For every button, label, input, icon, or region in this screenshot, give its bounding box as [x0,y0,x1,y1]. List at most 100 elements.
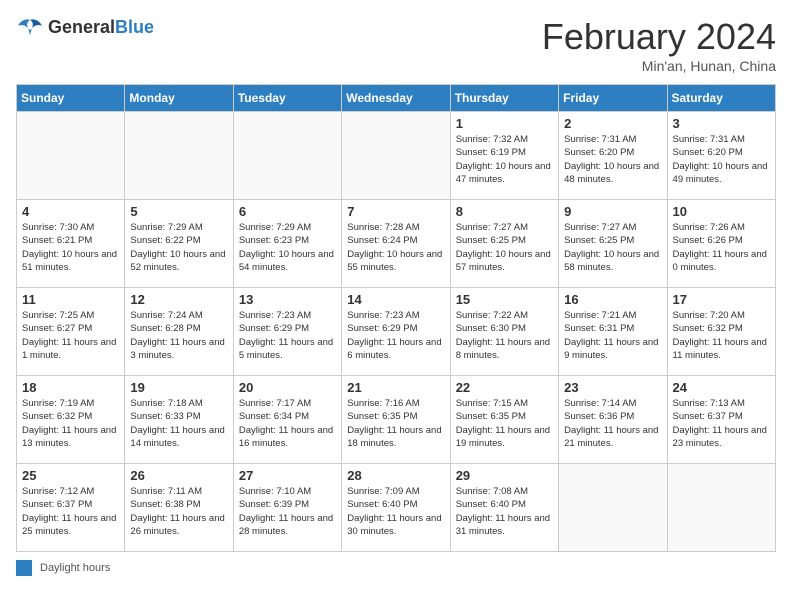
day-info: Sunrise: 7:29 AM Sunset: 6:22 PM Dayligh… [130,221,227,274]
logo: GeneralBlue [16,16,154,38]
day-info: Sunrise: 7:09 AM Sunset: 6:40 PM Dayligh… [347,485,444,538]
day-number: 16 [564,292,661,307]
page-header: GeneralBlue February 2024 Min'an, Hunan,… [16,16,776,74]
header-friday: Friday [559,85,667,112]
day-info: Sunrise: 7:21 AM Sunset: 6:31 PM Dayligh… [564,309,661,362]
calendar-cell: 27 Sunrise: 7:10 AM Sunset: 6:39 PM Dayli… [233,464,341,552]
day-number: 29 [456,468,553,483]
day-info: Sunrise: 7:31 AM Sunset: 6:20 PM Dayligh… [673,133,770,186]
calendar-cell [559,464,667,552]
calendar-cell: 16 Sunrise: 7:21 AM Sunset: 6:31 PM Dayli… [559,288,667,376]
day-info: Sunrise: 7:11 AM Sunset: 6:38 PM Dayligh… [130,485,227,538]
header-tuesday: Tuesday [233,85,341,112]
day-number: 2 [564,116,661,131]
title-block: February 2024 Min'an, Hunan, China [542,16,776,74]
day-info: Sunrise: 7:23 AM Sunset: 6:29 PM Dayligh… [239,309,336,362]
day-number: 15 [456,292,553,307]
calendar-week-3: 18Sunrise: 7:19 AM Sunset: 6:32 PM Dayli… [17,376,776,464]
day-info: Sunrise: 7:08 AM Sunset: 6:40 PM Dayligh… [456,485,553,538]
header-monday: Monday [125,85,233,112]
calendar-cell: 6 Sunrise: 7:29 AM Sunset: 6:23 PM Daylig… [233,200,341,288]
day-info: Sunrise: 7:29 AM Sunset: 6:23 PM Dayligh… [239,221,336,274]
day-info: Sunrise: 7:10 AM Sunset: 6:39 PM Dayligh… [239,485,336,538]
logo-text: GeneralBlue [48,17,154,38]
day-number: 21 [347,380,444,395]
calendar-cell [667,464,775,552]
location: Min'an, Hunan, China [542,58,776,74]
day-info: Sunrise: 7:14 AM Sunset: 6:36 PM Dayligh… [564,397,661,450]
calendar-cell: 26Sunrise: 7:11 AM Sunset: 6:38 PM Dayli… [125,464,233,552]
calendar-cell [125,112,233,200]
calendar-cell: 23 Sunrise: 7:14 AM Sunset: 6:36 PM Dayli… [559,376,667,464]
calendar-header-row: SundayMondayTuesdayWednesdayThursdayFrid… [17,85,776,112]
day-number: 19 [130,380,227,395]
day-number: 23 [564,380,661,395]
calendar-cell: 4Sunrise: 7:30 AM Sunset: 6:21 PM Daylig… [17,200,125,288]
day-info: Sunrise: 7:28 AM Sunset: 6:24 PM Dayligh… [347,221,444,274]
header-sunday: Sunday [17,85,125,112]
day-info: Sunrise: 7:26 AM Sunset: 6:26 PM Dayligh… [673,221,770,274]
day-number: 24 [673,380,770,395]
day-number: 10 [673,204,770,219]
calendar-cell: 5 Sunrise: 7:29 AM Sunset: 6:22 PM Daylig… [125,200,233,288]
calendar-cell: 18Sunrise: 7:19 AM Sunset: 6:32 PM Dayli… [17,376,125,464]
calendar-cell [342,112,450,200]
day-number: 8 [456,204,553,219]
day-number: 28 [347,468,444,483]
day-number: 27 [239,468,336,483]
calendar-cell: 15 Sunrise: 7:22 AM Sunset: 6:30 PM Dayli… [450,288,558,376]
calendar-footer: Daylight hours [16,560,776,576]
day-info: Sunrise: 7:22 AM Sunset: 6:30 PM Dayligh… [456,309,553,362]
calendar-cell: 13Sunrise: 7:23 AM Sunset: 6:29 PM Dayli… [233,288,341,376]
legend-label: Daylight hours [40,562,110,574]
legend-color-box [16,560,32,576]
calendar-cell: 12 Sunrise: 7:24 AM Sunset: 6:28 PM Dayli… [125,288,233,376]
day-info: Sunrise: 7:12 AM Sunset: 6:37 PM Dayligh… [22,485,119,538]
day-number: 17 [673,292,770,307]
calendar-cell: 24 Sunrise: 7:13 AM Sunset: 6:37 PM Dayli… [667,376,775,464]
day-number: 12 [130,292,227,307]
day-info: Sunrise: 7:23 AM Sunset: 6:29 PM Dayligh… [347,309,444,362]
day-info: Sunrise: 7:31 AM Sunset: 6:20 PM Dayligh… [564,133,661,186]
day-number: 11 [22,292,119,307]
day-number: 4 [22,204,119,219]
calendar-cell [233,112,341,200]
day-number: 25 [22,468,119,483]
day-info: Sunrise: 7:17 AM Sunset: 6:34 PM Dayligh… [239,397,336,450]
calendar-cell: 22 Sunrise: 7:15 AM Sunset: 6:35 PM Dayli… [450,376,558,464]
calendar-cell: 10 Sunrise: 7:26 AM Sunset: 6:26 PM Dayli… [667,200,775,288]
day-number: 3 [673,116,770,131]
calendar-cell: 2 Sunrise: 7:31 AM Sunset: 6:20 PM Daylig… [559,112,667,200]
calendar-week-4: 25 Sunrise: 7:12 AM Sunset: 6:37 PM Dayli… [17,464,776,552]
calendar-cell: 29 Sunrise: 7:08 AM Sunset: 6:40 PM Dayli… [450,464,558,552]
calendar-cell: 11 Sunrise: 7:25 AM Sunset: 6:27 PM Dayli… [17,288,125,376]
calendar-cell: 20Sunrise: 7:17 AM Sunset: 6:34 PM Dayli… [233,376,341,464]
header-wednesday: Wednesday [342,85,450,112]
day-number: 14 [347,292,444,307]
day-info: Sunrise: 7:18 AM Sunset: 6:33 PM Dayligh… [130,397,227,450]
header-saturday: Saturday [667,85,775,112]
calendar-cell: 28 Sunrise: 7:09 AM Sunset: 6:40 PM Dayli… [342,464,450,552]
calendar-cell: 25 Sunrise: 7:12 AM Sunset: 6:37 PM Dayli… [17,464,125,552]
day-info: Sunrise: 7:25 AM Sunset: 6:27 PM Dayligh… [22,309,119,362]
header-thursday: Thursday [450,85,558,112]
calendar-cell: 21 Sunrise: 7:16 AM Sunset: 6:35 PM Dayli… [342,376,450,464]
calendar-cell: 3 Sunrise: 7:31 AM Sunset: 6:20 PM Daylig… [667,112,775,200]
day-number: 22 [456,380,553,395]
calendar-cell: 8Sunrise: 7:27 AM Sunset: 6:25 PM Daylig… [450,200,558,288]
day-info: Sunrise: 7:24 AM Sunset: 6:28 PM Dayligh… [130,309,227,362]
day-info: Sunrise: 7:32 AM Sunset: 6:19 PM Dayligh… [456,133,553,186]
day-number: 5 [130,204,227,219]
calendar-cell: 9Sunrise: 7:27 AM Sunset: 6:25 PM Daylig… [559,200,667,288]
day-info: Sunrise: 7:27 AM Sunset: 6:25 PM Dayligh… [564,221,661,274]
calendar-cell [17,112,125,200]
day-info: Sunrise: 7:15 AM Sunset: 6:35 PM Dayligh… [456,397,553,450]
calendar-cell: 19 Sunrise: 7:18 AM Sunset: 6:33 PM Dayli… [125,376,233,464]
calendar-week-2: 11 Sunrise: 7:25 AM Sunset: 6:27 PM Dayli… [17,288,776,376]
calendar-cell: 17Sunrise: 7:20 AM Sunset: 6:32 PM Dayli… [667,288,775,376]
day-number: 6 [239,204,336,219]
day-info: Sunrise: 7:13 AM Sunset: 6:37 PM Dayligh… [673,397,770,450]
calendar-week-1: 4Sunrise: 7:30 AM Sunset: 6:21 PM Daylig… [17,200,776,288]
logo-general: General [48,17,115,37]
day-info: Sunrise: 7:16 AM Sunset: 6:35 PM Dayligh… [347,397,444,450]
